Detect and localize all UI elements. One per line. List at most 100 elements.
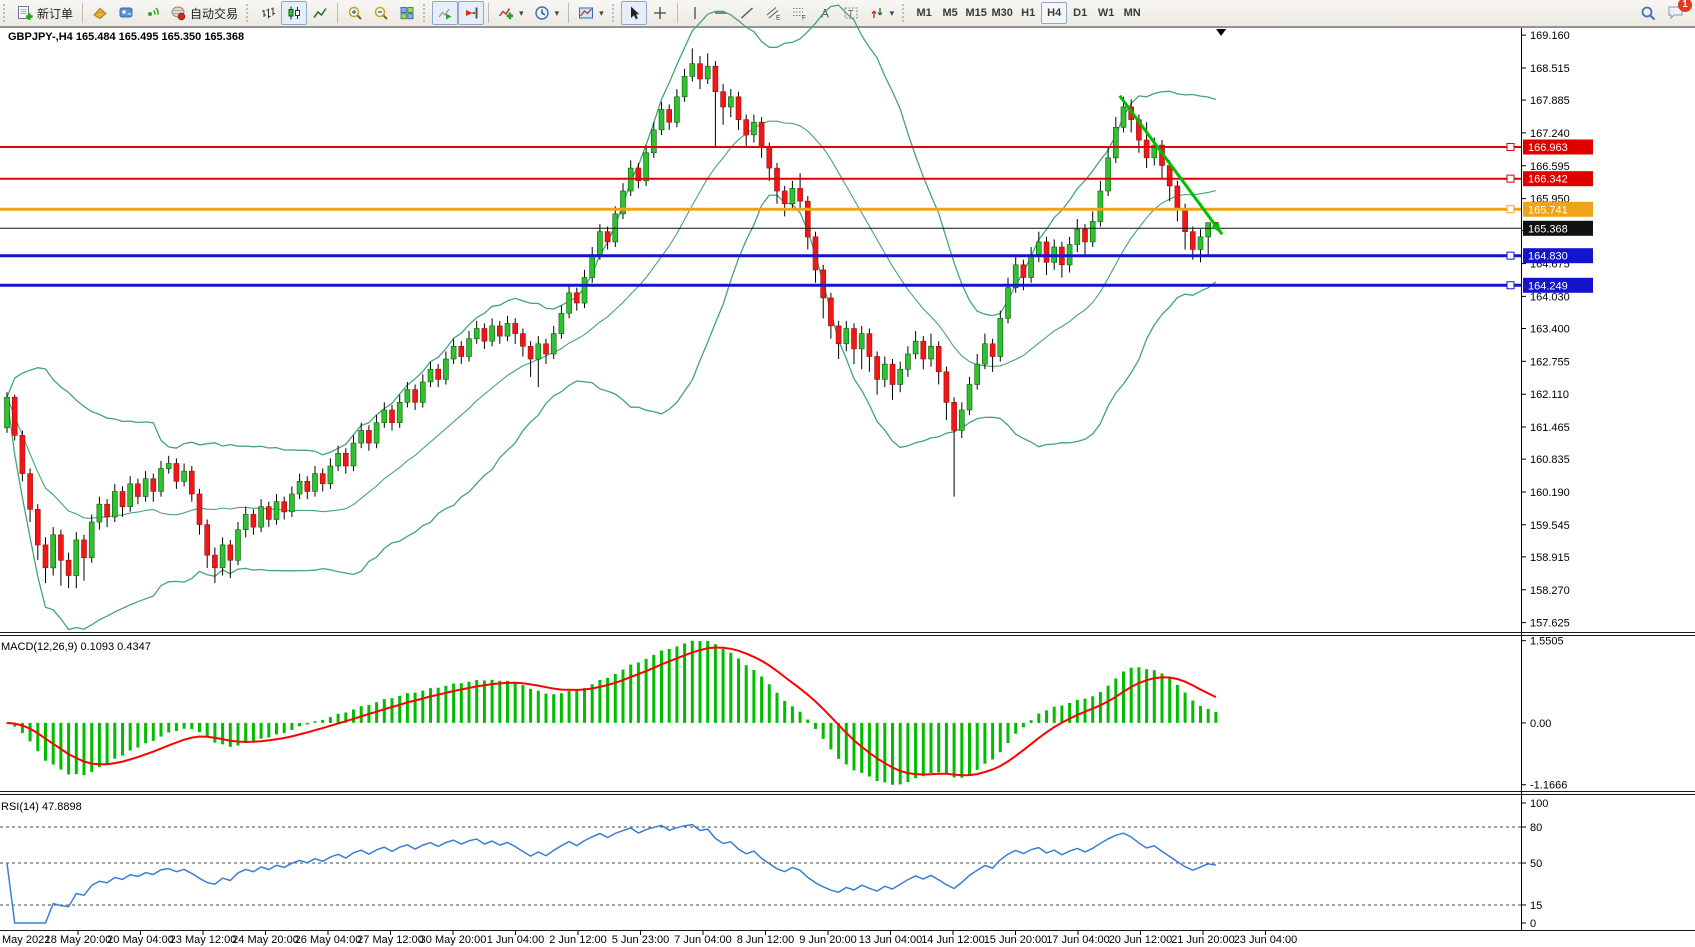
candle-body [1090,222,1095,242]
macd-bar [321,720,324,723]
macd-scale-label: 1.5505 [1530,636,1564,648]
macd-bar [983,723,986,764]
macd-bar [583,688,586,723]
time-axis-label: 24 May 20:00 [232,934,299,946]
macd-bar [622,670,625,723]
macd-bar [1214,712,1217,723]
macd-bar [752,670,755,723]
macd-bar [783,701,786,723]
macd-bar [1053,707,1056,723]
line-end-marker[interactable] [1507,252,1514,259]
candle-body [982,344,987,364]
rsi-scale-label: 100 [1530,798,1548,810]
rsi-scale-label: 0 [1530,918,1536,930]
candle-body [882,364,887,379]
line-end-marker[interactable] [1507,206,1514,213]
candle-body [482,329,487,342]
trend-arrow-line[interactable] [1120,96,1222,235]
macd-bar [398,696,401,723]
candle-body [413,390,418,403]
price-scale-label: 167.240 [1530,128,1570,140]
macd-bar [129,723,132,751]
macd-bar [999,723,1002,752]
macd-bar [514,682,517,723]
macd-bar [853,723,856,770]
macd-bar [506,681,509,723]
line-end-marker[interactable] [1507,175,1514,182]
macd-bar [1130,668,1133,723]
line-end-marker[interactable] [1507,282,1514,289]
candle-body [197,494,202,525]
macd-bar [198,723,201,732]
candle-body [313,474,318,492]
candle-body [721,92,726,107]
candle-body [328,466,333,484]
macd-bar [421,691,424,723]
candle-body [228,545,233,560]
macd-bar [629,665,632,723]
time-axis-label: 9 Jun 20:00 [799,934,857,946]
macd-scale-label: 0.00 [1530,718,1551,730]
price-scale-label: 167.885 [1530,95,1570,107]
candle-body [289,494,294,512]
chart-canvas[interactable]: 169.160168.515167.885167.240166.595165.9… [0,0,1695,947]
candle-body [236,530,241,561]
candle-body [35,509,40,545]
macd-bar [560,693,563,723]
candle-body [875,357,880,380]
macd-bar [414,693,417,723]
candle-body [544,344,549,354]
time-axis-label: 20 May 04:00 [107,934,174,946]
macd-bar [1184,693,1187,723]
macd-signal-line [7,648,1216,776]
macd-bar [1007,723,1010,743]
candle-body [836,326,841,344]
candle-body [405,390,410,403]
macd-bar [206,723,209,738]
price-scale-label: 158.915 [1530,552,1570,564]
price-scale-label: 159.545 [1530,520,1570,532]
macd-bar [791,706,794,723]
time-axis-label: 20 Jun 12:00 [1109,934,1173,946]
candle-body [574,293,579,303]
macd-bar [1022,723,1025,727]
macd-bar [260,723,263,739]
time-axis-label: 14 Jun 12:00 [921,934,985,946]
candle-body [952,402,957,430]
macd-bar [1076,700,1079,723]
macd-bar [229,723,232,747]
rsi-line [7,825,1216,923]
macd-bar [568,691,571,723]
macd-bar [768,684,771,723]
macd-bar [1168,678,1171,723]
candle-body [43,545,48,568]
macd-bar [529,689,532,723]
macd-bar [1114,679,1117,723]
candle-body [551,334,556,354]
macd-bar [868,723,871,777]
macd-histogram [6,641,1218,785]
macd-bar [714,644,717,723]
candle-body [105,504,110,517]
macd-bar [1176,685,1179,723]
macd-bar [845,723,848,765]
candle-body [82,540,87,558]
time-axis-label: 17 Jun 04:00 [1046,934,1110,946]
time-axis-label: 26 May 04:00 [295,934,362,946]
candle-body [297,481,302,494]
macd-bar [914,723,917,778]
line-end-marker[interactable] [1507,144,1514,151]
chart-shift-marker[interactable] [1216,29,1226,36]
macd-bar [537,691,540,723]
candle-body [698,64,703,79]
macd-bar [221,723,224,744]
macd-bar [1060,706,1063,723]
candle-body [798,188,803,201]
macd-bar [283,723,286,733]
candle-body [921,341,926,359]
macd-indicator-label: MACD(12,26,9) 0.1093 0.4347 [1,641,151,653]
candle-body [497,326,502,336]
macd-bar [383,699,386,723]
candle-body [66,560,71,575]
time-axis-label: 23 May 12:00 [170,934,237,946]
